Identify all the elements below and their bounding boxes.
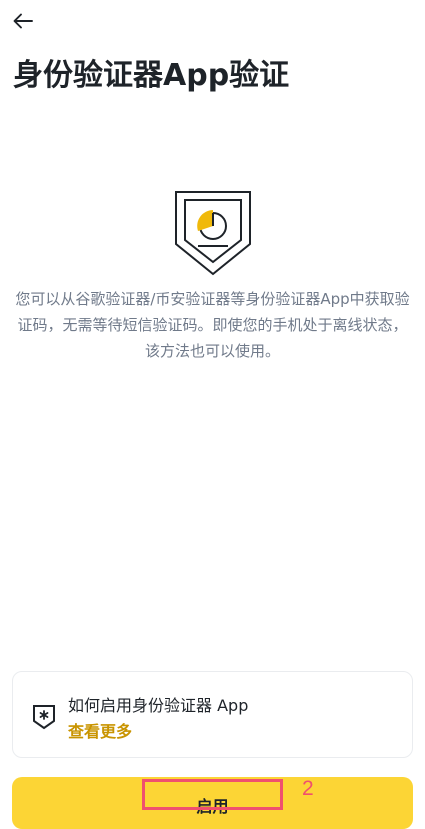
view-more-link[interactable]: 查看更多 <box>68 718 132 742</box>
enable-button-label: 启用 <box>196 797 229 816</box>
help-card[interactable]: 如何启用身份验证器 App 查看更多 <box>12 671 413 758</box>
back-button[interactable] <box>10 10 36 32</box>
enable-button[interactable]: 启用 <box>12 777 413 829</box>
page-title: 身份验证器App验证 <box>13 58 290 93</box>
annotation-number: 2 <box>302 777 314 800</box>
authenticator-app-icon <box>32 704 56 730</box>
help-card-title: 如何启用身份验证器 App <box>68 696 249 715</box>
arrow-left-icon <box>13 13 33 29</box>
authenticator-shield-icon <box>172 186 254 278</box>
description-text: 您可以从谷歌验证器/币安验证器等身份验证器App中获取验证码，无需等待短信验证码… <box>15 290 410 360</box>
